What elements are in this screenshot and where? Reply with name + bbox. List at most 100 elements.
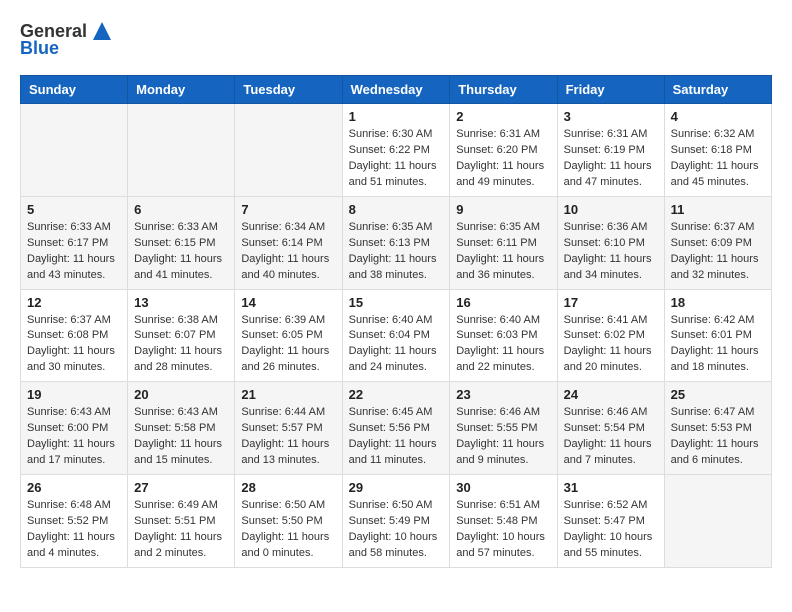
day-info: Sunrise: 6:40 AM Sunset: 6:03 PM Dayligh… — [456, 313, 550, 377]
calendar-header-row: SundayMondayTuesdayWednesdayThursdayFrid… — [21, 76, 772, 104]
calendar-week-5: 26 Sunrise: 6:48 AM Sunset: 5:52 PM Dayli… — [21, 475, 772, 568]
calendar-cell: 4 Sunrise: 6:32 AM Sunset: 6:18 PM Daylig… — [664, 104, 771, 197]
day-info: Sunrise: 6:41 AM Sunset: 6:02 PM Dayligh… — [564, 313, 658, 377]
day-number: 13 — [134, 295, 228, 310]
day-info: Sunrise: 6:52 AM Sunset: 5:47 PM Dayligh… — [564, 498, 658, 562]
weekday-header-friday: Friday — [557, 76, 664, 104]
calendar-cell: 16 Sunrise: 6:40 AM Sunset: 6:03 PM Dayli… — [450, 289, 557, 382]
calendar-cell: 24Sunrise: 6:46 AM Sunset: 5:54 PM Dayli… — [557, 382, 664, 475]
weekday-header-monday: Monday — [128, 76, 235, 104]
calendar-cell: 3 Sunrise: 6:31 AM Sunset: 6:19 PM Daylig… — [557, 104, 664, 197]
day-number: 15 — [349, 295, 444, 310]
calendar-cell: 14 Sunrise: 6:39 AM Sunset: 6:05 PM Dayli… — [235, 289, 342, 382]
day-info: Sunrise: 6:44 AM Sunset: 5:57 PM Dayligh… — [241, 405, 335, 469]
logo-blue-text: Blue — [20, 38, 59, 59]
day-number: 4 — [671, 109, 765, 124]
weekday-header-thursday: Thursday — [450, 76, 557, 104]
calendar-cell: 31Sunrise: 6:52 AM Sunset: 5:47 PM Dayli… — [557, 475, 664, 568]
day-number: 27 — [134, 480, 228, 495]
day-number: 22 — [349, 387, 444, 402]
calendar-cell: 30 Sunrise: 6:51 AM Sunset: 5:48 PM Dayli… — [450, 475, 557, 568]
calendar-cell: 8 Sunrise: 6:35 AM Sunset: 6:13 PM Daylig… — [342, 196, 450, 289]
day-info: Sunrise: 6:39 AM Sunset: 6:05 PM Dayligh… — [241, 313, 335, 377]
day-number: 24 — [564, 387, 658, 402]
calendar-cell: 11 Sunrise: 6:37 AM Sunset: 6:09 PM Dayli… — [664, 196, 771, 289]
day-number: 1 — [349, 109, 444, 124]
calendar-cell: 17 Sunrise: 6:41 AM Sunset: 6:02 PM Dayli… — [557, 289, 664, 382]
day-info: Sunrise: 6:43 AM Sunset: 5:58 PM Dayligh… — [134, 405, 228, 469]
day-number: 12 — [27, 295, 121, 310]
day-info: Sunrise: 6:50 AM Sunset: 5:50 PM Dayligh… — [241, 498, 335, 562]
day-number: 20 — [134, 387, 228, 402]
day-info: Sunrise: 6:35 AM Sunset: 6:11 PM Dayligh… — [456, 220, 550, 284]
day-number: 23 — [456, 387, 550, 402]
weekday-header-wednesday: Wednesday — [342, 76, 450, 104]
calendar-cell: 20 Sunrise: 6:43 AM Sunset: 5:58 PM Dayli… — [128, 382, 235, 475]
calendar-cell: 1 Sunrise: 6:30 AM Sunset: 6:22 PM Daylig… — [342, 104, 450, 197]
day-info: Sunrise: 6:31 AM Sunset: 6:20 PM Dayligh… — [456, 127, 550, 191]
day-info: Sunrise: 6:37 AM Sunset: 6:09 PM Dayligh… — [671, 220, 765, 284]
day-number: 25 — [671, 387, 765, 402]
calendar-cell: 27 Sunrise: 6:49 AM Sunset: 5:51 PM Dayli… — [128, 475, 235, 568]
day-number: 14 — [241, 295, 335, 310]
day-info: Sunrise: 6:51 AM Sunset: 5:48 PM Dayligh… — [456, 498, 550, 562]
calendar-cell: 10 Sunrise: 6:36 AM Sunset: 6:10 PM Dayli… — [557, 196, 664, 289]
day-info: Sunrise: 6:43 AM Sunset: 6:00 PM Dayligh… — [27, 405, 121, 469]
day-info: Sunrise: 6:38 AM Sunset: 6:07 PM Dayligh… — [134, 313, 228, 377]
calendar-table: SundayMondayTuesdayWednesdayThursdayFrid… — [20, 75, 772, 568]
calendar-cell: 28 Sunrise: 6:50 AM Sunset: 5:50 PM Dayli… — [235, 475, 342, 568]
day-info: Sunrise: 6:34 AM Sunset: 6:14 PM Dayligh… — [241, 220, 335, 284]
day-info: Sunrise: 6:32 AM Sunset: 6:18 PM Dayligh… — [671, 127, 765, 191]
weekday-header-saturday: Saturday — [664, 76, 771, 104]
calendar-cell: 6Sunrise: 6:33 AM Sunset: 6:15 PM Daylig… — [128, 196, 235, 289]
day-number: 18 — [671, 295, 765, 310]
day-info: Sunrise: 6:31 AM Sunset: 6:19 PM Dayligh… — [564, 127, 658, 191]
day-number: 10 — [564, 202, 658, 217]
calendar-cell: 29Sunrise: 6:50 AM Sunset: 5:49 PM Dayli… — [342, 475, 450, 568]
calendar-week-2: 5 Sunrise: 6:33 AM Sunset: 6:17 PM Daylig… — [21, 196, 772, 289]
page-header: General Blue — [20, 20, 772, 59]
day-number: 16 — [456, 295, 550, 310]
day-info: Sunrise: 6:47 AM Sunset: 5:53 PM Dayligh… — [671, 405, 765, 469]
calendar-cell — [235, 104, 342, 197]
calendar-week-4: 19 Sunrise: 6:43 AM Sunset: 6:00 PM Dayli… — [21, 382, 772, 475]
day-number: 21 — [241, 387, 335, 402]
weekday-header-tuesday: Tuesday — [235, 76, 342, 104]
calendar-cell: 13 Sunrise: 6:38 AM Sunset: 6:07 PM Dayli… — [128, 289, 235, 382]
calendar-week-3: 12Sunrise: 6:37 AM Sunset: 6:08 PM Dayli… — [21, 289, 772, 382]
day-info: Sunrise: 6:36 AM Sunset: 6:10 PM Dayligh… — [564, 220, 658, 284]
day-number: 11 — [671, 202, 765, 217]
day-number: 3 — [564, 109, 658, 124]
day-info: Sunrise: 6:33 AM Sunset: 6:15 PM Dayligh… — [134, 220, 228, 284]
calendar-cell: 18Sunrise: 6:42 AM Sunset: 6:01 PM Dayli… — [664, 289, 771, 382]
day-info: Sunrise: 6:30 AM Sunset: 6:22 PM Dayligh… — [349, 127, 444, 191]
calendar-cell: 19 Sunrise: 6:43 AM Sunset: 6:00 PM Dayli… — [21, 382, 128, 475]
logo-icon — [91, 20, 113, 42]
day-info: Sunrise: 6:35 AM Sunset: 6:13 PM Dayligh… — [349, 220, 444, 284]
day-number: 8 — [349, 202, 444, 217]
day-info: Sunrise: 6:48 AM Sunset: 5:52 PM Dayligh… — [27, 498, 121, 562]
day-number: 30 — [456, 480, 550, 495]
day-number: 28 — [241, 480, 335, 495]
calendar-cell — [664, 475, 771, 568]
day-info: Sunrise: 6:46 AM Sunset: 5:55 PM Dayligh… — [456, 405, 550, 469]
day-info: Sunrise: 6:49 AM Sunset: 5:51 PM Dayligh… — [134, 498, 228, 562]
day-number: 7 — [241, 202, 335, 217]
day-number: 2 — [456, 109, 550, 124]
day-number: 5 — [27, 202, 121, 217]
day-number: 9 — [456, 202, 550, 217]
calendar-cell: 15 Sunrise: 6:40 AM Sunset: 6:04 PM Dayli… — [342, 289, 450, 382]
day-info: Sunrise: 6:45 AM Sunset: 5:56 PM Dayligh… — [349, 405, 444, 469]
day-info: Sunrise: 6:40 AM Sunset: 6:04 PM Dayligh… — [349, 313, 444, 377]
logo: General Blue — [20, 20, 113, 59]
day-number: 19 — [27, 387, 121, 402]
day-number: 26 — [27, 480, 121, 495]
calendar-cell: 21 Sunrise: 6:44 AM Sunset: 5:57 PM Dayli… — [235, 382, 342, 475]
day-info: Sunrise: 6:33 AM Sunset: 6:17 PM Dayligh… — [27, 220, 121, 284]
calendar-cell — [21, 104, 128, 197]
day-number: 17 — [564, 295, 658, 310]
day-info: Sunrise: 6:50 AM Sunset: 5:49 PM Dayligh… — [349, 498, 444, 562]
calendar-cell — [128, 104, 235, 197]
calendar-cell: 12Sunrise: 6:37 AM Sunset: 6:08 PM Dayli… — [21, 289, 128, 382]
calendar-cell: 7 Sunrise: 6:34 AM Sunset: 6:14 PM Daylig… — [235, 196, 342, 289]
